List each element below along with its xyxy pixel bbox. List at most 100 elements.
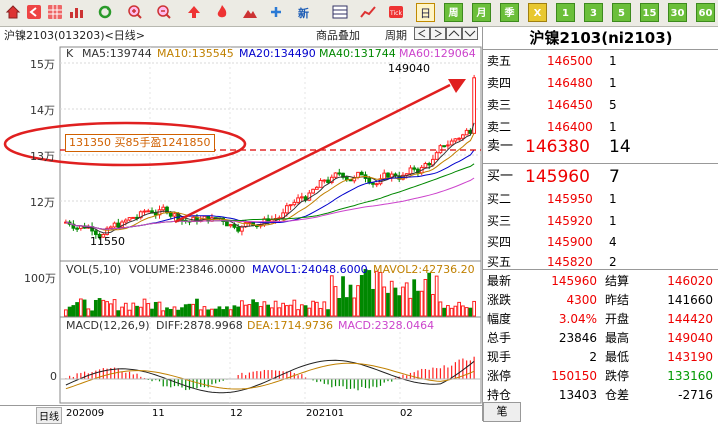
candle-body bbox=[146, 210, 151, 213]
volume-bar bbox=[97, 298, 102, 317]
volume-bar bbox=[386, 292, 390, 317]
volume-bar bbox=[363, 269, 368, 317]
candle-body bbox=[322, 179, 327, 182]
volume-bar bbox=[217, 306, 222, 317]
home-icon[interactable] bbox=[3, 3, 22, 22]
volume-bar bbox=[333, 286, 338, 317]
toolbar: 新 Tick 日 周 月 季 X 1 3 5 15 30 60 bbox=[0, 0, 718, 27]
y-label-13: 13万 bbox=[30, 150, 55, 163]
period-3min[interactable]: 3 bbox=[584, 3, 603, 22]
bid-row[interactable]: 买三 145920 1 bbox=[487, 211, 717, 231]
period-60min[interactable]: 60 bbox=[696, 3, 715, 22]
candle-body bbox=[116, 222, 121, 228]
y-label-15: 15万 bbox=[30, 58, 55, 71]
chart-header: 沪镍2103(013203)<日线> bbox=[4, 29, 146, 42]
ask-row[interactable]: 卖五 146500 1 bbox=[487, 51, 717, 71]
chart-area[interactable]: K MA5:139744 MA10:135545 MA20:134490 MA4… bbox=[0, 27, 482, 405]
candle-body bbox=[423, 163, 428, 168]
bar-chart-icon[interactable] bbox=[66, 3, 85, 22]
tab-trades[interactable]: 笔 bbox=[483, 402, 521, 422]
ask-volume: 14 bbox=[609, 137, 631, 157]
kline-chart[interactable] bbox=[0, 27, 482, 405]
period-30min[interactable]: 30 bbox=[668, 3, 687, 22]
table-icon[interactable] bbox=[330, 3, 349, 22]
candle-body bbox=[284, 205, 289, 214]
ask-row[interactable]: 卖三 146450 5 bbox=[487, 95, 717, 115]
ask-row[interactable]: 卖一 146380 14 bbox=[487, 137, 717, 157]
volume-bar bbox=[266, 304, 271, 317]
volume-bar bbox=[123, 302, 128, 317]
volume-bar bbox=[105, 301, 109, 317]
candle-body bbox=[112, 222, 117, 228]
volume-bar bbox=[82, 299, 87, 317]
volume-bar bbox=[277, 307, 282, 317]
volume-bar bbox=[449, 307, 454, 317]
period-quarter[interactable]: 季 bbox=[500, 3, 519, 22]
volume-bar bbox=[401, 286, 405, 317]
stat-value: 150150 bbox=[551, 369, 597, 383]
bid-row[interactable]: 买一 145960 7 bbox=[487, 167, 717, 187]
volume-bar bbox=[356, 285, 360, 317]
plus-icon[interactable] bbox=[266, 3, 285, 22]
volume-bar bbox=[322, 301, 327, 317]
refresh-icon[interactable] bbox=[95, 3, 114, 22]
tick-icon[interactable]: Tick bbox=[386, 3, 405, 22]
candle-body bbox=[382, 172, 387, 180]
x-label-202009: 202009 bbox=[66, 408, 105, 419]
period-5min[interactable]: 5 bbox=[612, 3, 631, 22]
ask-price: 146480 bbox=[547, 76, 593, 90]
volume-bar bbox=[138, 306, 143, 317]
volume-bar bbox=[427, 272, 432, 317]
ma20-label: MA20:134490 bbox=[239, 47, 316, 60]
stat-value: 145960 bbox=[551, 274, 597, 288]
stat-value: 133160 bbox=[667, 369, 713, 383]
ask-row[interactable]: 卖四 146480 1 bbox=[487, 73, 717, 93]
volume-bar bbox=[195, 298, 199, 317]
stat-row: 现手 2 最低 143190 bbox=[487, 347, 717, 367]
period-month[interactable]: 月 bbox=[472, 3, 491, 22]
new-button[interactable]: 新 bbox=[294, 3, 313, 22]
volume-bar bbox=[442, 307, 447, 317]
period-x[interactable]: X bbox=[528, 3, 547, 22]
up-arrow-icon[interactable] bbox=[184, 3, 203, 22]
period-tab-daily[interactable]: 日线 bbox=[36, 407, 62, 424]
grid-icon[interactable] bbox=[45, 3, 64, 22]
mountain-icon[interactable] bbox=[240, 3, 259, 22]
volume-bar bbox=[464, 307, 469, 317]
bid-price: 145920 bbox=[547, 214, 593, 228]
link-period[interactable]: 周期 bbox=[385, 27, 407, 43]
volume-bar bbox=[258, 306, 263, 317]
volume-bar bbox=[326, 309, 330, 317]
candle-body bbox=[464, 129, 469, 136]
ma10-label: MA10:135545 bbox=[157, 47, 234, 60]
volume-bar bbox=[318, 307, 323, 317]
period-day[interactable]: 日 bbox=[416, 3, 435, 22]
period-15min[interactable]: 15 bbox=[640, 3, 659, 22]
volume-bar bbox=[131, 302, 136, 317]
period-week[interactable]: 周 bbox=[444, 3, 463, 22]
back-icon[interactable] bbox=[24, 3, 43, 22]
volume-bar bbox=[198, 309, 203, 317]
bid-volume: 1 bbox=[609, 214, 617, 228]
volume-bar bbox=[232, 305, 237, 317]
bid-row[interactable]: 买四 145900 4 bbox=[487, 232, 717, 252]
bid-label: 买三 bbox=[487, 214, 512, 228]
volume-bar bbox=[236, 306, 241, 317]
zoom-out-icon[interactable] bbox=[154, 3, 173, 22]
stat-label: 最低 bbox=[605, 350, 630, 364]
link-commodity-overlay[interactable]: 商品叠加 bbox=[316, 27, 360, 43]
zoom-in-icon[interactable] bbox=[125, 3, 144, 22]
candle-body bbox=[292, 201, 297, 206]
volume-bar bbox=[64, 309, 68, 317]
stat-label: 最高 bbox=[605, 331, 630, 345]
candle-body bbox=[449, 140, 454, 146]
stat-label: 总手 bbox=[487, 331, 512, 345]
fire-icon[interactable] bbox=[212, 3, 231, 22]
candle-body bbox=[236, 226, 241, 232]
period-1min[interactable]: 1 bbox=[556, 3, 575, 22]
candle-body bbox=[127, 217, 132, 221]
ask-row[interactable]: 卖二 146400 1 bbox=[487, 117, 717, 137]
trend-icon[interactable] bbox=[358, 3, 377, 22]
stat-value: 144420 bbox=[667, 312, 713, 326]
bid-row[interactable]: 买二 145950 1 bbox=[487, 189, 717, 209]
